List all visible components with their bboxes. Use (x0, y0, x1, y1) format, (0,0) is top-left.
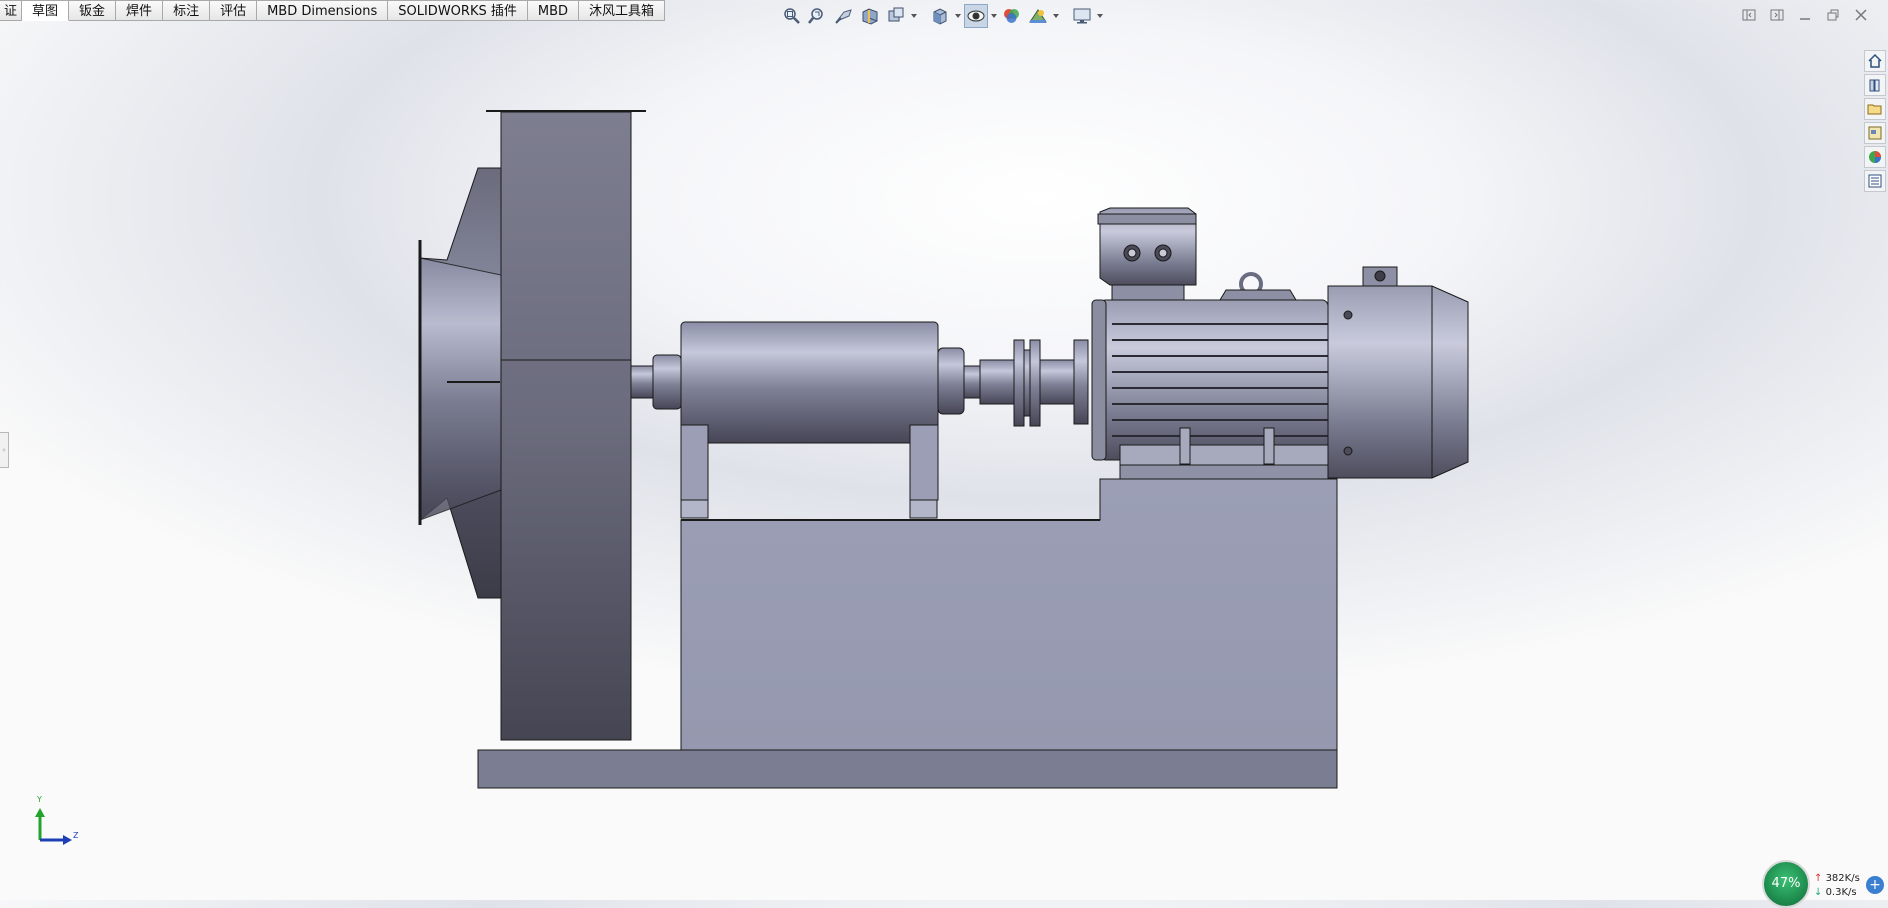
expand-plus-icon[interactable]: + (1866, 876, 1884, 894)
reference-triad: Y Z (30, 795, 90, 849)
download-speed: 0.3K/s (1814, 886, 1866, 900)
net-speeds: 382K/s 0.3K/s (1814, 872, 1866, 900)
triad-y-label: Y (37, 795, 42, 804)
usage-percent: 47% (1771, 876, 1801, 891)
network-monitor-widget[interactable]: 47% 382K/s 0.3K/s + (1762, 860, 1888, 908)
usage-gauge: 47% (1762, 860, 1810, 908)
upload-speed: 382K/s (1814, 872, 1866, 886)
triad-z-label: Z (73, 831, 79, 840)
graphics-area-model[interactable] (0, 0, 1888, 900)
